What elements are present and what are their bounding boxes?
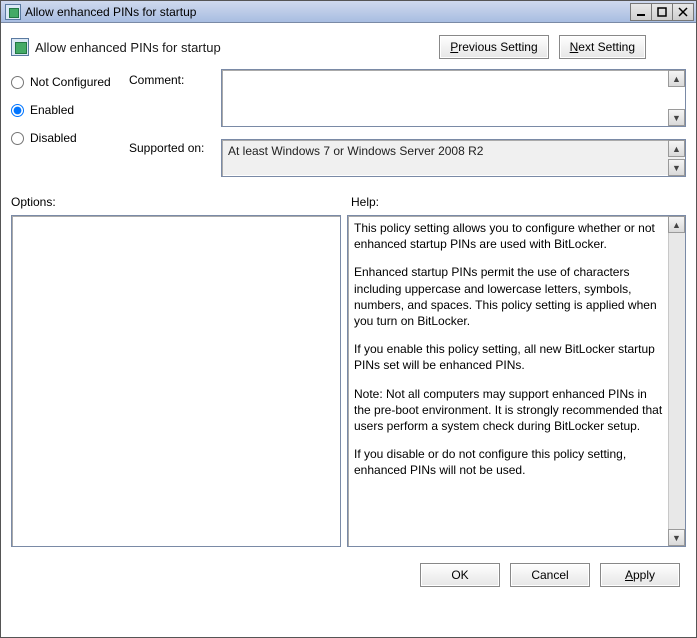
supported-on-label: Supported on: — [129, 139, 215, 155]
close-button[interactable] — [672, 3, 694, 21]
comment-field[interactable]: ▲ ▼ — [221, 69, 686, 127]
help-panel: This policy setting allows you to config… — [347, 215, 686, 547]
help-text: Enhanced startup PINs permit the use of … — [354, 264, 663, 329]
radio-not-configured[interactable]: Not Configured — [11, 75, 123, 89]
policy-icon — [11, 38, 29, 56]
apply-button[interactable]: Apply — [600, 563, 680, 587]
options-label: Options: — [11, 195, 351, 209]
radio-disabled[interactable]: Disabled — [11, 131, 123, 145]
scroll-down-icon[interactable]: ▼ — [668, 109, 685, 126]
titlebar: Allow enhanced PINs for startup — [1, 1, 696, 23]
help-text: This policy setting allows you to config… — [354, 220, 663, 252]
scroll-up-icon[interactable]: ▲ — [668, 216, 685, 233]
minimize-button[interactable] — [630, 3, 652, 21]
page-title: Allow enhanced PINs for startup — [35, 40, 439, 55]
state-radios: Not Configured Enabled Disabled — [11, 69, 123, 177]
help-text: Note: Not all computers may support enha… — [354, 386, 663, 435]
help-label: Help: — [351, 195, 379, 209]
scroll-down-icon[interactable]: ▼ — [668, 159, 685, 176]
scroll-down-icon[interactable]: ▼ — [668, 529, 685, 546]
radio-enabled[interactable]: Enabled — [11, 103, 123, 117]
comment-label: Comment: — [129, 69, 215, 139]
supported-on-text: At least Windows 7 or Windows Server 200… — [228, 144, 483, 158]
options-panel — [11, 215, 341, 547]
dialog-buttons: OK Cancel Apply — [11, 557, 686, 595]
help-text: If you enable this policy setting, all n… — [354, 341, 663, 373]
next-setting-button[interactable]: Next Setting — [559, 35, 646, 59]
window-title: Allow enhanced PINs for startup — [25, 5, 631, 19]
scroll-up-icon[interactable]: ▲ — [668, 70, 685, 87]
window-controls — [631, 3, 694, 21]
scroll-up-icon[interactable]: ▲ — [668, 140, 685, 157]
header: Allow enhanced PINs for startup Previous… — [11, 29, 686, 69]
maximize-button[interactable] — [651, 3, 673, 21]
help-text: If you disable or do not configure this … — [354, 446, 663, 478]
window-icon — [5, 4, 21, 20]
help-scrollbar[interactable]: ▲ ▼ — [668, 216, 685, 546]
ok-button[interactable]: OK — [420, 563, 500, 587]
cancel-button[interactable]: Cancel — [510, 563, 590, 587]
supported-on-field: At least Windows 7 or Windows Server 200… — [221, 139, 686, 177]
previous-setting-button[interactable]: Previous Setting — [439, 35, 548, 59]
